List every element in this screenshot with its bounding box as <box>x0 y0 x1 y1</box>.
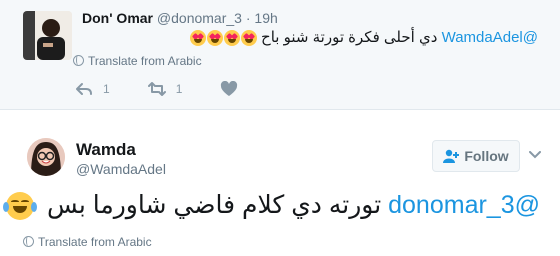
heart-icon <box>221 81 238 96</box>
avatar[interactable] <box>23 11 72 60</box>
mention-link[interactable]: @donomar_3 <box>388 191 540 219</box>
tweet-text: @WamdaAdel دي أحلى فكرة تورتة شنو باح <box>181 27 538 49</box>
translate-label: Translate from Arabic <box>38 235 152 249</box>
timestamp[interactable]: 19h <box>254 10 277 26</box>
translate-link[interactable]: Translate from Arabic <box>23 235 152 249</box>
follow-button[interactable]: Follow <box>432 140 520 172</box>
tweet-actions: 1 1 <box>75 80 276 98</box>
heart-eyes-emoji-group <box>189 27 257 49</box>
avatar[interactable] <box>27 138 65 176</box>
heart-eyes-emoji <box>206 30 223 47</box>
author-handle[interactable]: @WamdaAdel <box>76 161 166 177</box>
add-user-icon <box>443 149 460 163</box>
author-name[interactable]: Wamda <box>76 140 136 160</box>
reply-count: 1 <box>103 82 110 96</box>
tweet-text-body: دي أحلى فكرة تورتة شنو باح <box>261 29 438 46</box>
follow-label: Follow <box>464 148 509 164</box>
heart-eyes-emoji <box>240 30 257 47</box>
globe-icon <box>23 236 34 247</box>
reply-icon <box>76 83 92 95</box>
translate-label: Translate from Arabic <box>88 54 202 68</box>
retweet-count: 1 <box>175 82 183 96</box>
tweet-header: Don' Omar @donomar_3 · 19h <box>82 9 278 27</box>
author-name[interactable]: Don' Omar <box>82 10 153 26</box>
chevron-down-icon[interactable] <box>529 151 541 159</box>
tweet-text-body: تورته دي كلام فاضي شاورما بس <box>46 191 382 219</box>
author-handle[interactable]: @donomar_3 <box>157 10 242 26</box>
mention-link[interactable]: @WamdaAdel <box>442 29 538 46</box>
reply-button[interactable]: 1 <box>75 81 110 97</box>
like-button[interactable] <box>220 81 238 97</box>
tears-of-joy-emoji <box>3 192 37 221</box>
heart-eyes-emoji <box>189 30 206 47</box>
globe-icon <box>73 55 84 66</box>
tweet-text: @donomar_3 تورته دي كلام فاضي شاورما بس <box>3 188 540 222</box>
parent-tweet[interactable]: Don' Omar @donomar_3 · 19h @WamdaAdel دي… <box>0 0 560 110</box>
retweet-icon <box>147 82 166 96</box>
heart-eyes-emoji <box>223 30 240 47</box>
translate-link[interactable]: Translate from Arabic <box>73 54 202 68</box>
separator: · <box>245 10 251 26</box>
retweet-button[interactable]: 1 <box>147 81 183 97</box>
